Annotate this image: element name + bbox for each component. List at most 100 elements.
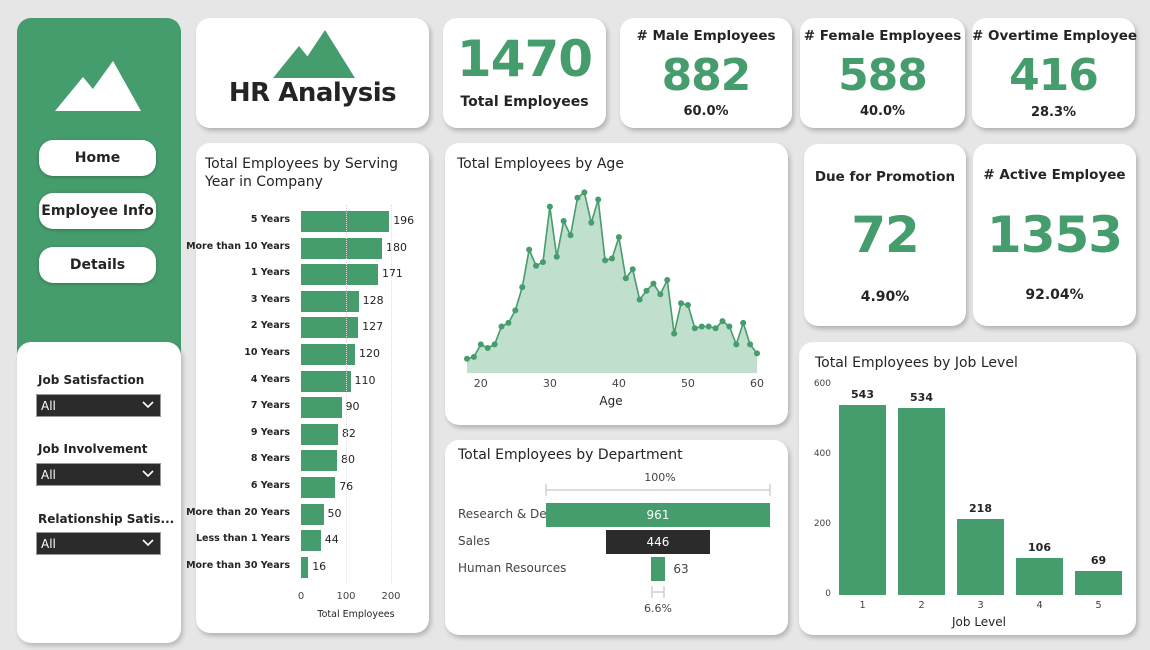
funnel-category-label: Sales bbox=[458, 534, 490, 548]
x-tick: 0 bbox=[297, 591, 305, 602]
age-point bbox=[491, 341, 498, 348]
age-point bbox=[740, 319, 747, 326]
x-tick: 30 bbox=[542, 377, 557, 390]
age-point bbox=[505, 319, 512, 326]
y-tick: 0 bbox=[825, 589, 831, 599]
bar-label: 3 Years bbox=[250, 293, 290, 305]
chevron-down-icon bbox=[142, 401, 154, 409]
kpi-percent: 28.3% bbox=[1030, 105, 1077, 120]
bar-label: More than 30 Years bbox=[186, 559, 290, 571]
filter-value: All bbox=[41, 398, 56, 413]
x-tick: 5 bbox=[1095, 600, 1102, 611]
age-point bbox=[526, 246, 533, 253]
nav-home-button[interactable]: Home bbox=[39, 140, 156, 176]
x-tick: 100 bbox=[336, 591, 356, 602]
bar-label: More than 10 Years bbox=[186, 240, 290, 252]
age-point bbox=[643, 287, 650, 294]
bar-value: 90 bbox=[345, 400, 360, 414]
kpi-title: # Male Employees bbox=[636, 28, 776, 44]
bar-label: 7 Years bbox=[250, 400, 290, 412]
chart-card-serving-year: Total Employees by Serving Year in Compa… bbox=[186, 143, 429, 633]
bar bbox=[898, 408, 945, 595]
age-point bbox=[560, 217, 567, 224]
chart-title: Total Employees by Job Level bbox=[815, 355, 1018, 371]
bar-label: 1 Years bbox=[250, 267, 290, 279]
age-point bbox=[546, 203, 553, 210]
kpi-card-overtime: # Overtime Employee 416 28.3% bbox=[972, 18, 1138, 128]
nav-employee-info-button[interactable]: Employee Info bbox=[39, 193, 156, 229]
age-point bbox=[698, 323, 705, 330]
sidebar: Home Employee Info Details bbox=[17, 18, 181, 368]
bar bbox=[301, 423, 338, 445]
bar-value: 69 bbox=[1090, 553, 1107, 567]
x-tick: 40 bbox=[611, 377, 626, 390]
kpi-value: 72 bbox=[851, 206, 920, 264]
filter-label-job-satisfaction: Job Satisfaction bbox=[38, 373, 145, 387]
funnel-bar bbox=[650, 557, 666, 581]
filter-select-relationship-satisfaction[interactable]: All bbox=[36, 532, 161, 555]
chart-title: Total Employees by Serving Year in Compa… bbox=[205, 156, 399, 190]
age-point bbox=[498, 323, 505, 330]
age-point bbox=[464, 355, 470, 362]
bar-value: 106 bbox=[1028, 540, 1051, 554]
y-tick: 400 bbox=[813, 449, 831, 459]
age-point bbox=[581, 189, 588, 196]
age-point bbox=[664, 277, 671, 283]
bar-value: 110 bbox=[354, 373, 376, 387]
bar-value: 543 bbox=[851, 387, 874, 401]
kpi-value: 882 bbox=[661, 50, 752, 101]
x-tick: 20 bbox=[473, 377, 488, 390]
bar-label: 9 Years bbox=[250, 426, 290, 438]
bar-label: 8 Years bbox=[250, 453, 290, 465]
kpi-percent: 92.04% bbox=[1025, 287, 1084, 303]
age-point bbox=[512, 307, 519, 314]
age-point bbox=[484, 344, 491, 351]
filters-panel: Job Satisfaction All Job Involvement All… bbox=[17, 342, 181, 643]
mountain-icon bbox=[55, 61, 141, 111]
x-tick: 200 bbox=[381, 591, 401, 602]
age-point bbox=[602, 257, 609, 264]
filter-select-job-satisfaction[interactable]: All bbox=[36, 394, 161, 417]
funnel-bar: 961 bbox=[546, 503, 770, 527]
age-point bbox=[533, 262, 540, 269]
bar bbox=[301, 290, 359, 312]
kpi-card-promotion: Due for Promotion 72 4.90% bbox=[804, 144, 966, 326]
bar-value: 128 bbox=[362, 293, 384, 307]
age-area bbox=[467, 192, 757, 373]
kpi-card-male: # Male Employees 882 60.0% bbox=[620, 18, 792, 128]
age-point bbox=[539, 259, 546, 266]
chart-card-department: Total Employees by Department 100% Resea… bbox=[445, 440, 788, 635]
chart-card-job-level: Total Employees by Job Level 0 200 400 600 5… bbox=[799, 342, 1136, 635]
kpi-title: # Female Employees bbox=[803, 28, 962, 44]
age-point bbox=[678, 300, 685, 307]
age-point bbox=[671, 330, 678, 337]
bar-label: 5 Years bbox=[250, 214, 290, 225]
funnel-category-label: Human Resources bbox=[458, 561, 567, 575]
age-point bbox=[712, 325, 719, 332]
filter-label-relationship-satisfaction: Relationship Satis... bbox=[38, 512, 175, 526]
page-title: HR Analysis bbox=[228, 78, 397, 108]
kpi-title: # Overtime Employee bbox=[972, 28, 1138, 44]
mountain-icon bbox=[273, 30, 355, 78]
age-point bbox=[754, 350, 760, 357]
bar-value: 171 bbox=[381, 267, 403, 281]
kpi-label: Total Employees bbox=[460, 94, 589, 110]
kpi-value: 588 bbox=[838, 50, 928, 101]
filter-select-job-involvement[interactable]: All bbox=[36, 463, 161, 486]
bar bbox=[301, 477, 336, 498]
age-point bbox=[567, 232, 574, 239]
bar-value: 534 bbox=[910, 391, 933, 405]
bar bbox=[301, 503, 324, 525]
bar-label: 10 Years bbox=[244, 347, 290, 358]
bar-label: Less than 1 Years bbox=[195, 533, 290, 545]
age-point bbox=[470, 353, 477, 360]
x-tick: 2 bbox=[918, 600, 925, 611]
bar-value: 80 bbox=[341, 453, 355, 467]
kpi-value: 1470 bbox=[456, 30, 593, 88]
bar-value: 180 bbox=[386, 240, 407, 254]
gridline bbox=[391, 205, 392, 583]
nav-details-button[interactable]: Details bbox=[39, 247, 156, 283]
age-point bbox=[629, 266, 636, 273]
x-tick: 60 bbox=[750, 377, 764, 390]
bar-value: 16 bbox=[312, 559, 327, 573]
